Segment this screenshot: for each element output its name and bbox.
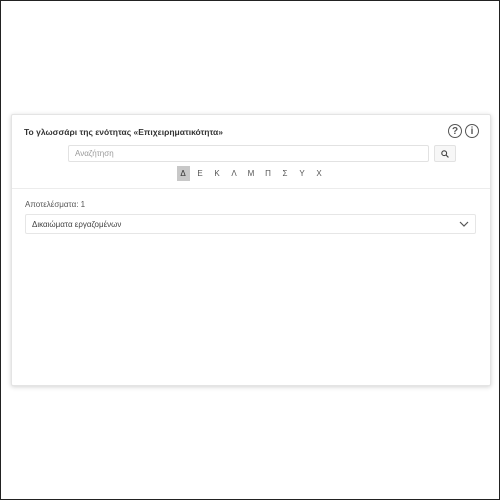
glossary-panel: Το γλωσσάρι της ενότητας «Επιχειρηματικό… <box>11 114 491 386</box>
letter-filter-item[interactable]: Κ <box>211 166 224 181</box>
panel-icons: ? i <box>448 124 479 138</box>
info-icon[interactable]: i <box>465 124 479 138</box>
letter-filter-item[interactable]: Δ <box>176 166 190 181</box>
letter-filter: Δ Ε Κ Λ Μ Π Σ Υ Χ <box>12 166 490 181</box>
letter-filter-item[interactable]: Μ <box>245 166 258 181</box>
letter-filter-item[interactable]: Π <box>262 166 275 181</box>
glossary-title: Το γλωσσάρι της ενότητας «Επιχειρηματικό… <box>24 127 224 137</box>
screenshot-frame: Το γλωσσάρι της ενότητας «Επιχειρηματικό… <box>0 0 500 500</box>
results-count: Αποτελέσματα: 1 <box>25 200 86 209</box>
letter-filter-item[interactable]: Χ <box>313 166 326 181</box>
glossary-term-label: Δικαιώματα εργαζομένων <box>32 219 122 229</box>
search-input[interactable] <box>68 145 429 162</box>
letter-filter-item[interactable]: Λ <box>228 166 241 181</box>
divider <box>12 188 490 189</box>
glossary-result-item[interactable]: Δικαιώματα εργαζομένων <box>25 214 476 234</box>
chevron-down-icon <box>459 221 469 227</box>
help-icon[interactable]: ? <box>448 124 462 138</box>
search-button[interactable] <box>434 145 456 162</box>
letter-filter-item[interactable]: Σ <box>279 166 292 181</box>
search-icon <box>441 149 449 158</box>
letter-filter-item[interactable]: Ε <box>194 166 207 181</box>
letter-filter-item[interactable]: Υ <box>296 166 309 181</box>
